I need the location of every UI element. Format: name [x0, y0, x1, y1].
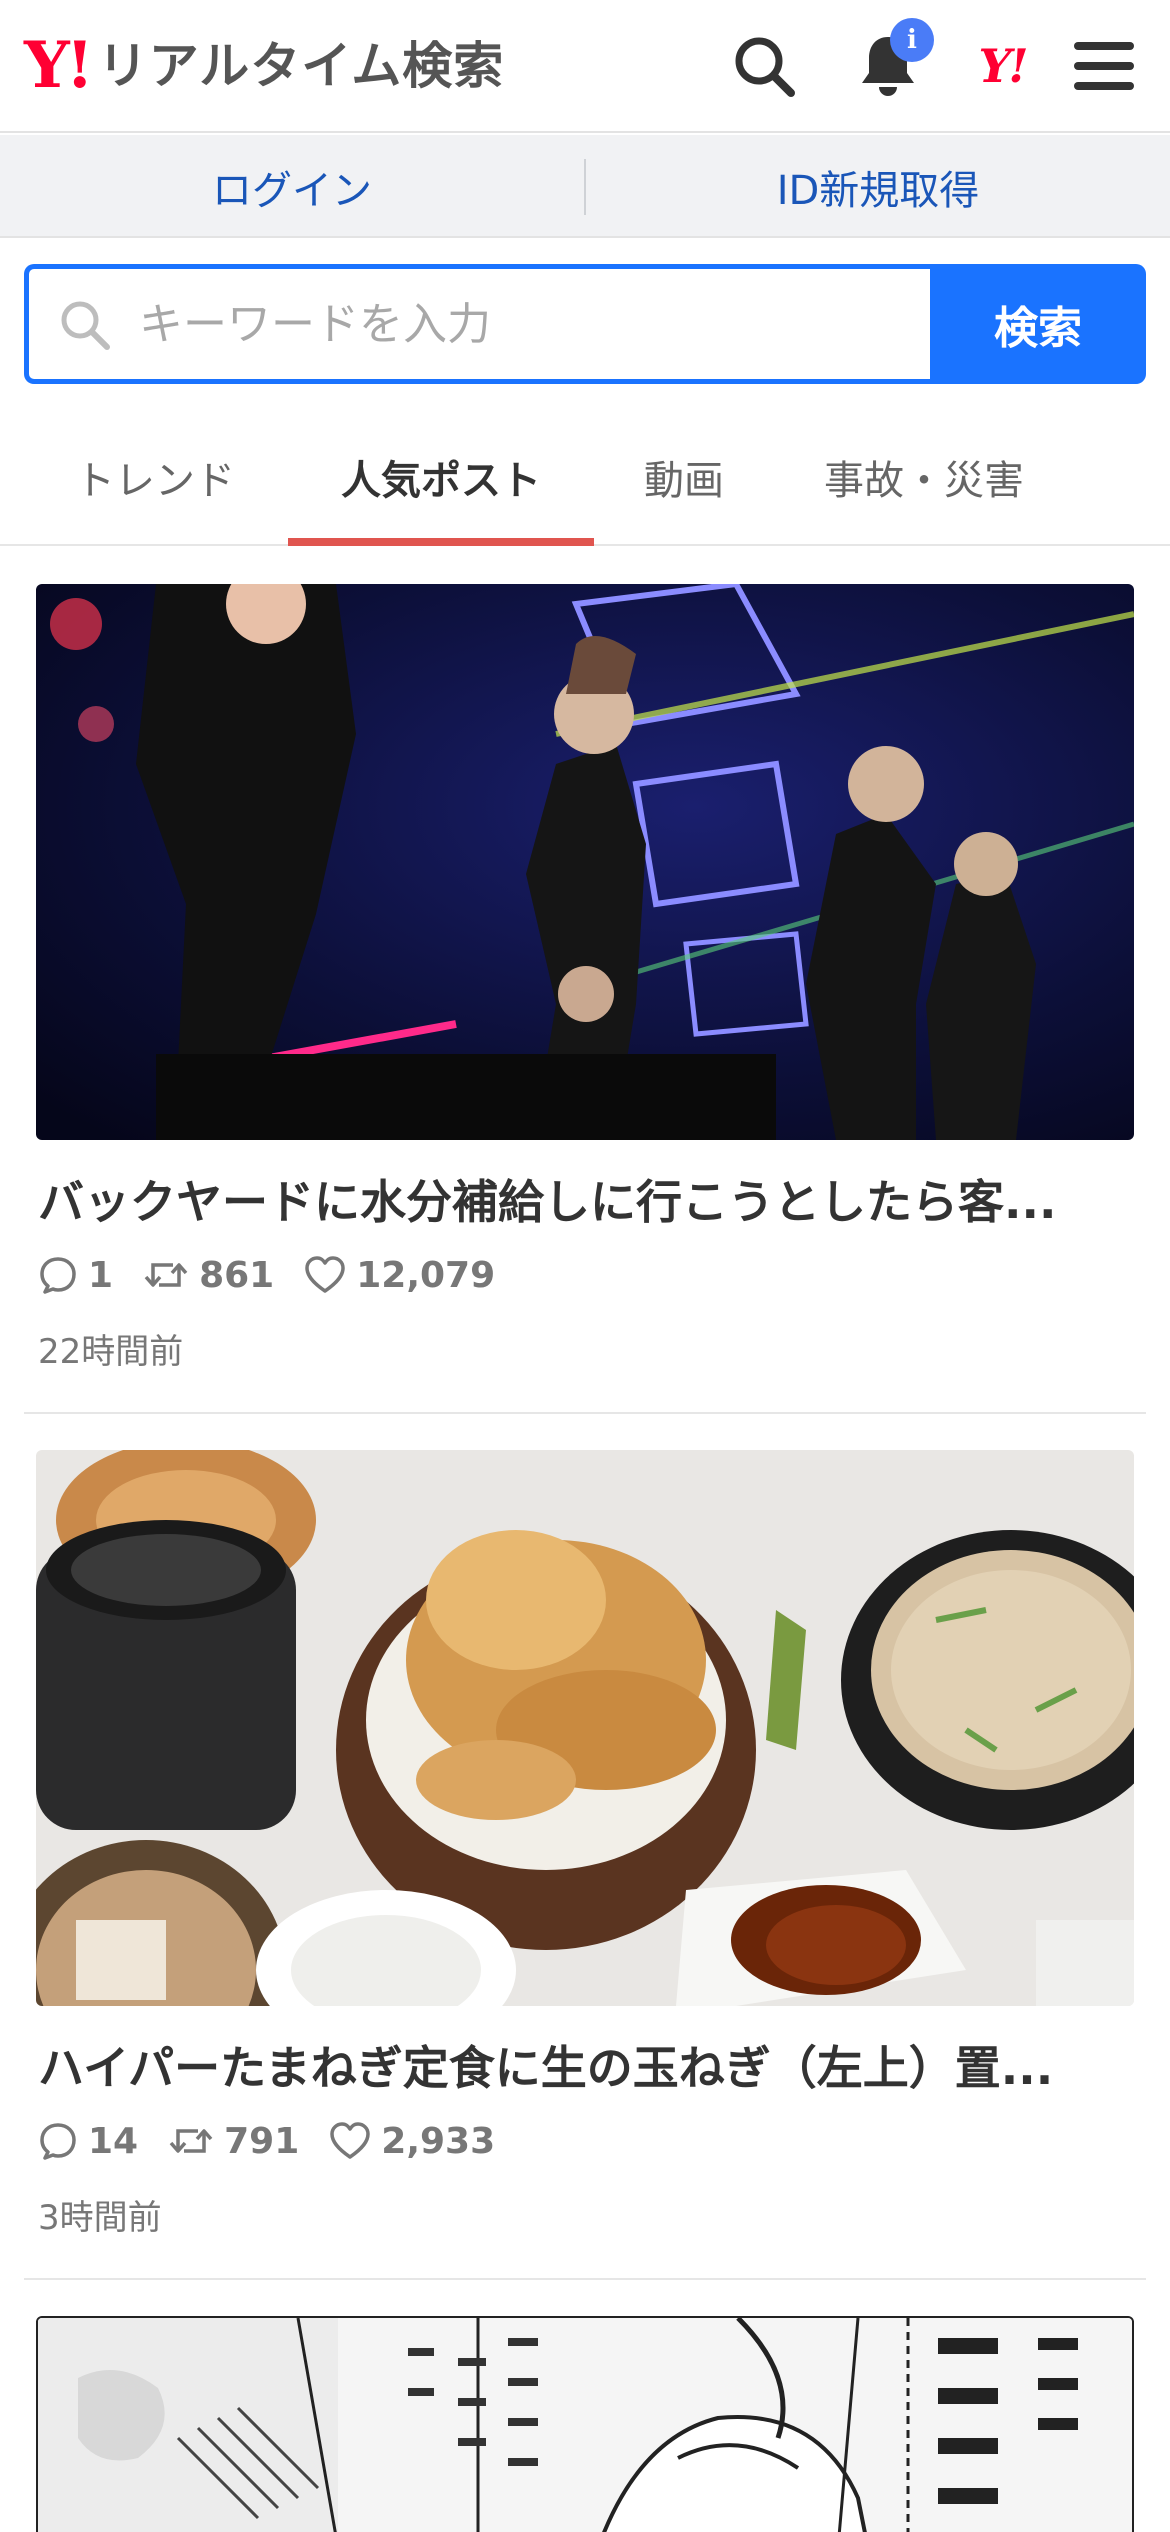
card-divider: [24, 2278, 1146, 2280]
post-title[interactable]: バックヤードに水分補給しに行こうとしたら客...: [38, 1166, 1128, 1232]
card-divider: [24, 1412, 1146, 1414]
post-title[interactable]: ハイパーたまねぎ定食に生の玉ねぎ（左上）置...: [38, 2032, 1128, 2098]
app-header: Y! リアルタイム検索 i Y!: [0, 0, 1170, 133]
repost-icon: [169, 2129, 213, 2153]
yahoo-realtime-logo[interactable]: Y! リアルタイム検索: [24, 26, 504, 106]
post-card[interactable]: ハイパーたまねぎ定食に生の玉ねぎ（左上）置... 14 791 2,933 3時…: [24, 1450, 1146, 2280]
search-box: [24, 264, 930, 384]
post-card[interactable]: バックヤードに水分補給しに行こうとしたら客... 1 861 12,079 22…: [24, 584, 1146, 1414]
yahoo-icon: Y!: [978, 39, 1028, 93]
tab-popular-posts[interactable]: 人気ポスト: [288, 410, 594, 544]
like-count-value: 12,079: [356, 1254, 496, 1296]
post-photo-thumbnail[interactable]: [36, 1450, 1134, 2006]
search-field-icon: [61, 301, 110, 350]
repost-icon: [144, 1263, 188, 1287]
heart-icon: [305, 1256, 345, 1293]
reply-icon: [40, 1257, 76, 1294]
heart-icon: [330, 2122, 371, 2159]
reply-icon: [40, 2123, 76, 2160]
post-video-thumbnail[interactable]: [36, 584, 1134, 1140]
logo-text: リアルタイム検索: [97, 37, 505, 95]
post-card[interactable]: [24, 2316, 1146, 2532]
post-manga-thumbnail[interactable]: [36, 2316, 1134, 2532]
active-tab-indicator: [288, 538, 594, 546]
repost-count-value: 861: [199, 1254, 275, 1296]
search-icon[interactable]: [724, 26, 804, 106]
tab-accident-disaster[interactable]: 事故・災害: [774, 410, 1074, 544]
login-link[interactable]: ログイン: [0, 135, 584, 238]
login-bar: ログイン ID新規取得: [0, 135, 1170, 238]
post-timestamp: 3時間前: [38, 2198, 162, 2238]
like-count[interactable]: 12,079: [304, 1255, 495, 1296]
repost-count[interactable]: 861: [143, 1255, 274, 1296]
notification-badge: i: [890, 18, 934, 62]
like-count[interactable]: 2,933: [329, 2121, 495, 2162]
reply-count-value: 1: [88, 1254, 114, 1296]
reply-count[interactable]: 1: [38, 1255, 113, 1296]
search-button[interactable]: 検索: [930, 264, 1146, 384]
reply-count-value: 14: [88, 2120, 139, 2162]
category-tabs: トレンド 人気ポスト 動画 事故・災害: [0, 410, 1170, 546]
reply-count[interactable]: 14: [38, 2121, 138, 2162]
menu-icon[interactable]: [1064, 26, 1144, 106]
search-input[interactable]: [139, 287, 899, 361]
logo-mark: Y!: [24, 28, 94, 103]
tab-video[interactable]: 動画: [594, 410, 774, 544]
notification-button[interactable]: i: [848, 18, 934, 106]
post-timestamp: 22時間前: [38, 1332, 184, 1372]
repost-count[interactable]: 791: [168, 2121, 299, 2162]
register-id-link[interactable]: ID新規取得: [586, 135, 1170, 238]
tab-trend[interactable]: トレンド: [20, 410, 290, 544]
like-count-value: 2,933: [381, 2120, 496, 2162]
post-stats: 1 861 12,079: [38, 1250, 525, 1300]
post-stats: 14 791 2,933: [38, 2116, 525, 2166]
repost-count-value: 791: [224, 2120, 300, 2162]
yahoo-top-link[interactable]: Y!: [962, 26, 1042, 106]
